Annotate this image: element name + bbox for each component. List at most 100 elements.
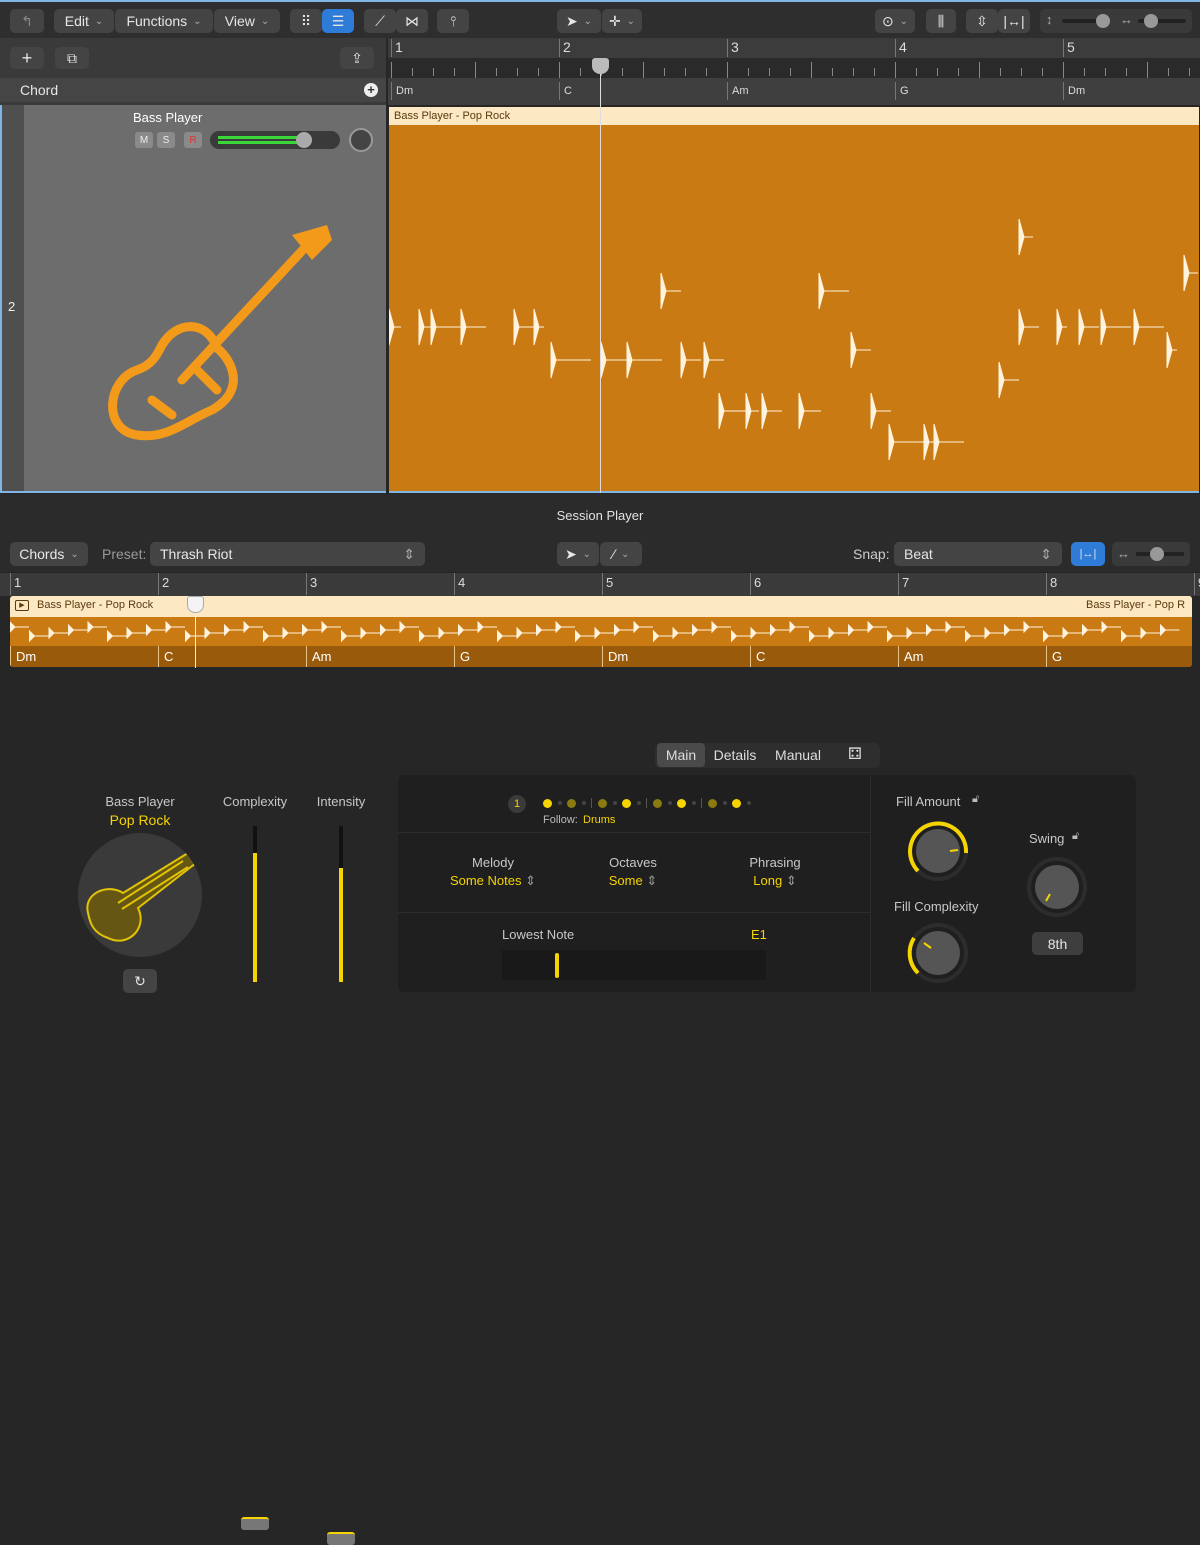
- refresh-button[interactable]: ↻: [123, 969, 157, 993]
- global-tracks-button[interactable]: ⇪: [340, 47, 374, 69]
- beat-divider[interactable]: [646, 798, 647, 808]
- lowest-note-handle[interactable]: [555, 953, 559, 978]
- unlock-icon[interactable]: 🔓︎: [1072, 830, 1079, 843]
- complexity-thumb[interactable]: [241, 1516, 269, 1530]
- unlock-icon[interactable]: 🔓︎: [972, 793, 979, 806]
- horizontal-zoom-fit-button[interactable]: |↔|: [998, 9, 1030, 33]
- pattern-step[interactable]: [543, 798, 552, 808]
- view-menu[interactable]: View ⌄: [214, 9, 280, 33]
- chord-marker[interactable]: Am: [306, 646, 332, 667]
- chord-marker[interactable]: Dm: [602, 646, 628, 667]
- pattern-step[interactable]: [677, 798, 686, 808]
- bass-player-avatar[interactable]: [78, 833, 202, 957]
- intensity-thumb[interactable]: [327, 1532, 355, 1545]
- pattern-step[interactable]: [581, 801, 586, 805]
- pattern-number[interactable]: 1: [508, 795, 526, 813]
- secondary-tool-menu[interactable]: ✛ ⌄: [602, 9, 642, 33]
- player-style[interactable]: Pop Rock: [80, 812, 200, 828]
- playhead[interactable]: [600, 58, 601, 493]
- pattern-step[interactable]: [636, 801, 641, 805]
- solo-button[interactable]: S: [157, 132, 175, 148]
- playhead-handle[interactable]: [592, 58, 609, 74]
- volume-thumb[interactable]: [296, 132, 312, 148]
- pattern-step[interactable]: [653, 798, 662, 808]
- functions-menu[interactable]: Functions ⌄: [115, 9, 213, 33]
- phrasing-select[interactable]: Long ⇕: [710, 873, 840, 889]
- pattern-step[interactable]: [557, 801, 562, 805]
- zoom-slider[interactable]: ↔: [1112, 542, 1190, 566]
- chords-menu[interactable]: Chords ⌄: [10, 542, 88, 566]
- chord-marker[interactable]: C: [158, 646, 173, 667]
- melody-select[interactable]: Some Notes ⇕: [428, 873, 558, 889]
- pattern-step[interactable]: [598, 798, 607, 808]
- slider-thumb[interactable]: [1144, 14, 1158, 28]
- pattern-step[interactable]: [667, 801, 672, 805]
- volume-fader[interactable]: [210, 131, 340, 149]
- session-player-ruler[interactable]: 1 2 3 4 5 6 7 8 9: [0, 573, 1200, 596]
- lowest-note-range[interactable]: [502, 950, 766, 980]
- chord-marker[interactable]: Dm: [10, 646, 36, 667]
- chord-marker[interactable]: Dm: [391, 82, 413, 100]
- pattern-step[interactable]: [722, 801, 727, 805]
- tab-details[interactable]: Details: [707, 743, 763, 767]
- pattern-step[interactable]: [732, 798, 741, 808]
- timeline-ruler[interactable]: 1 2 3 4 5 Dm C Am G Dm: [388, 38, 1200, 105]
- pointer-tool-menu[interactable]: ➤ ⌄: [557, 9, 601, 33]
- pan-knob[interactable]: [349, 128, 373, 152]
- fill-amount-knob[interactable]: [906, 819, 970, 883]
- automation-button[interactable]: ⟋: [364, 9, 396, 33]
- fit-button[interactable]: |↔|: [1071, 542, 1105, 566]
- beat-divider[interactable]: [701, 798, 702, 808]
- flex-button[interactable]: ⋈: [396, 9, 428, 33]
- pattern-step[interactable]: [567, 798, 576, 808]
- swing-knob[interactable]: [1025, 855, 1089, 919]
- tab-main[interactable]: Main: [657, 743, 705, 767]
- catch-button[interactable]: ⫯: [437, 9, 469, 33]
- pointer-tool-menu[interactable]: ➤ ⌄: [557, 542, 599, 566]
- octaves-select[interactable]: Some ⇕: [568, 873, 698, 889]
- chord-marker[interactable]: Am: [898, 646, 924, 667]
- fill-complexity-knob[interactable]: [906, 921, 970, 985]
- mute-button[interactable]: M: [135, 132, 153, 148]
- edit-menu[interactable]: Edit ⌄: [54, 9, 114, 33]
- playhead-handle[interactable]: [187, 596, 204, 613]
- chord-marker[interactable]: C: [750, 646, 765, 667]
- chord-marker[interactable]: G: [454, 646, 470, 667]
- complexity-slider[interactable]: [253, 826, 257, 982]
- bass-region[interactable]: Bass Player - Pop Rock: [389, 107, 1199, 493]
- vertical-zoom-fit-button[interactable]: ⇳: [966, 9, 998, 33]
- back-button[interactable]: ↰: [10, 9, 44, 33]
- chord-marker[interactable]: Dm: [1063, 82, 1085, 100]
- pattern-step[interactable]: [612, 801, 617, 805]
- swing-resolution-button[interactable]: 8th: [1032, 932, 1083, 955]
- beat-divider[interactable]: [591, 798, 592, 808]
- track-name[interactable]: Bass Player: [133, 110, 202, 125]
- chord-marker[interactable]: Am: [727, 82, 749, 100]
- snap-select[interactable]: Beat ⇕: [894, 542, 1062, 566]
- pattern-grid-icon[interactable]: ⚃: [841, 743, 869, 767]
- pattern-step[interactable]: [746, 801, 751, 805]
- duplicate-track-button[interactable]: ⧉: [55, 47, 89, 69]
- follow-value[interactable]: Drums: [583, 814, 615, 826]
- tab-manual[interactable]: Manual: [767, 743, 829, 767]
- chord-marker[interactable]: C: [559, 82, 572, 100]
- pencil-tool-menu[interactable]: ∕ ⌄: [600, 542, 642, 566]
- more-menu[interactable]: ⊙ ⌄: [875, 9, 915, 33]
- chord-marker[interactable]: G: [1046, 646, 1062, 667]
- add-track-button[interactable]: +: [10, 47, 44, 69]
- pattern-step[interactable]: [622, 798, 631, 808]
- add-chord-icon[interactable]: +: [364, 83, 378, 97]
- track-header-bass-player[interactable]: 2 Bass Player M S R: [0, 105, 386, 493]
- record-button[interactable]: R: [184, 132, 202, 148]
- waveform-button[interactable]: ⫼: [926, 9, 956, 33]
- pattern-step[interactable]: [708, 798, 717, 808]
- play-icon[interactable]: ▶: [15, 600, 29, 611]
- slider-thumb[interactable]: [1150, 547, 1164, 561]
- pattern-step[interactable]: [691, 801, 696, 805]
- slider-thumb[interactable]: [1096, 14, 1110, 28]
- grid-view-button[interactable]: ⠿: [290, 9, 322, 33]
- chord-marker[interactable]: G: [895, 82, 909, 100]
- preset-select[interactable]: Thrash Riot ⇕: [150, 542, 425, 566]
- list-view-button[interactable]: ☰: [322, 9, 354, 33]
- intensity-slider[interactable]: [339, 826, 343, 982]
